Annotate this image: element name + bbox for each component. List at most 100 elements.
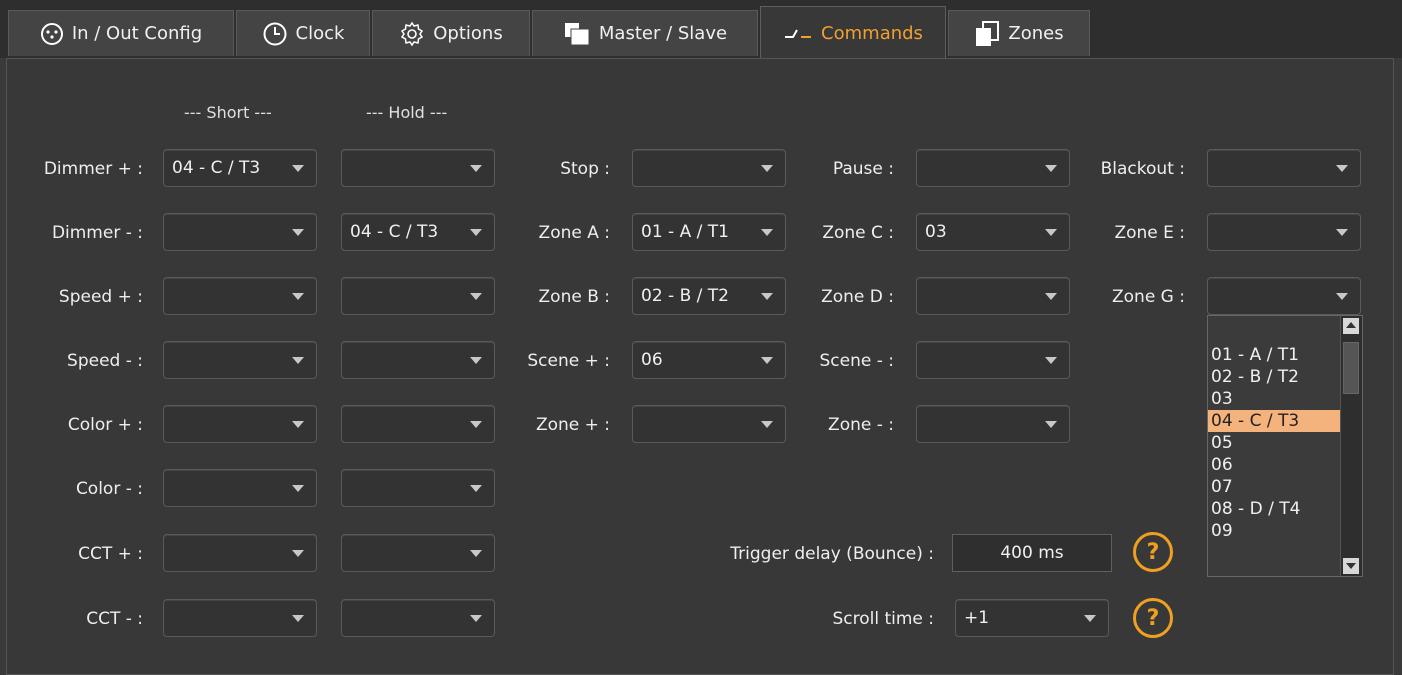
- label-speed-minus: Speed - :: [67, 351, 143, 371]
- dropdown-option-selected[interactable]: 04 - C / T3: [1208, 410, 1342, 432]
- zone-plus-select[interactable]: [632, 405, 786, 443]
- label-scene-minus: Scene - :: [819, 351, 895, 371]
- cct-plus-short-select[interactable]: [163, 534, 317, 572]
- chevron-down-icon: [470, 357, 482, 364]
- dropdown-options: 01 - A / T1 02 - B / T2 03 04 - C / T3 0…: [1208, 344, 1342, 542]
- chevron-down-icon: [1045, 165, 1057, 172]
- dropdown-option[interactable]: 03: [1208, 388, 1342, 410]
- speed-plus-hold-select[interactable]: [341, 277, 495, 315]
- dropdown-option[interactable]: 05: [1208, 432, 1342, 454]
- color-plus-short-select[interactable]: [163, 405, 317, 443]
- scene-plus-select[interactable]: 06: [632, 341, 786, 379]
- dropdown-option[interactable]: 08 - D / T4: [1208, 498, 1342, 520]
- label-blackout: Blackout :: [1100, 159, 1185, 179]
- chevron-down-icon: [1336, 165, 1348, 172]
- chevron-down-icon: [292, 357, 304, 364]
- zone-g-select[interactable]: [1207, 277, 1361, 315]
- trigger-delay-help-icon[interactable]: ?: [1133, 532, 1173, 572]
- tab-options[interactable]: Options: [372, 10, 530, 56]
- chevron-down-icon: [292, 293, 304, 300]
- label-pause: Pause :: [832, 159, 894, 179]
- chevron-down-icon: [1336, 229, 1348, 236]
- label-zone-a: Zone A :: [538, 223, 610, 243]
- zone-a-select[interactable]: 01 - A / T1: [632, 213, 786, 251]
- label-zone-g: Zone G :: [1112, 287, 1185, 307]
- color-plus-hold-select[interactable]: [341, 405, 495, 443]
- chevron-down-icon: [292, 485, 304, 492]
- pause-select[interactable]: [916, 149, 1070, 187]
- tab-zones[interactable]: Zones: [948, 10, 1090, 56]
- speed-plus-short-select[interactable]: [163, 277, 317, 315]
- tab-label: Master / Slave: [598, 23, 728, 44]
- zone-g-dropdown-list[interactable]: 01 - A / T1 02 - B / T2 03 04 - C / T3 0…: [1207, 315, 1363, 577]
- tab-commands[interactable]: Commands: [760, 6, 946, 60]
- dropdown-option[interactable]: 07: [1208, 476, 1342, 498]
- label-color-minus: Color - :: [75, 479, 143, 499]
- label-zone-minus: Zone - :: [828, 415, 894, 435]
- label-zone-e: Zone E :: [1114, 223, 1185, 243]
- scroll-time-select[interactable]: +1: [955, 599, 1109, 637]
- label-zone-c: Zone C :: [822, 223, 894, 243]
- label-cct-minus: CCT - :: [86, 609, 143, 629]
- tab-label: Options: [433, 23, 503, 44]
- zone-minus-select[interactable]: [916, 405, 1070, 443]
- tab-clock[interactable]: Clock: [236, 10, 370, 56]
- color-minus-short-select[interactable]: [163, 469, 317, 507]
- color-minus-hold-select[interactable]: [341, 469, 495, 507]
- dropdown-option[interactable]: 01 - A / T1: [1208, 344, 1342, 366]
- chevron-down-icon: [470, 550, 482, 557]
- scroll-up-arrow-icon[interactable]: [1343, 318, 1359, 334]
- xlr-connector-icon: [40, 22, 63, 45]
- chevron-down-icon: [470, 165, 482, 172]
- dropdown-option[interactable]: 06: [1208, 454, 1342, 476]
- selected-value: +1: [964, 608, 990, 628]
- dropdown-scrollbar[interactable]: [1340, 316, 1362, 576]
- blackout-select[interactable]: [1207, 149, 1361, 187]
- chevron-down-icon: [470, 293, 482, 300]
- label-color-plus: Color + :: [67, 415, 143, 435]
- label-scroll-time: Scroll time :: [832, 609, 934, 629]
- stop-select[interactable]: [632, 149, 786, 187]
- clock-icon: [263, 22, 287, 45]
- cct-minus-short-select[interactable]: [163, 599, 317, 637]
- scroll-down-arrow-icon[interactable]: [1343, 558, 1359, 574]
- scene-minus-select[interactable]: [916, 341, 1070, 379]
- zone-c-select[interactable]: 03: [916, 213, 1070, 251]
- dimmer-plus-short-select[interactable]: 04 - C / T3: [163, 149, 317, 187]
- label-scene-plus: Scene + :: [527, 351, 610, 371]
- label-dimmer-minus: Dimmer - :: [51, 223, 143, 243]
- cct-plus-hold-select[interactable]: [341, 534, 495, 572]
- speed-minus-short-select[interactable]: [163, 341, 317, 379]
- chevron-down-icon: [1045, 293, 1057, 300]
- tab-master-slave[interactable]: Master / Slave: [532, 10, 758, 56]
- selected-value: 04 - C / T3: [172, 158, 261, 178]
- zone-d-select[interactable]: [916, 277, 1070, 315]
- trigger-delay-input[interactable]: 400 ms: [952, 534, 1112, 572]
- scrollbar-thumb[interactable]: [1343, 342, 1359, 394]
- label-zone-plus: Zone + :: [535, 415, 610, 435]
- dropdown-option[interactable]: 02 - B / T2: [1208, 366, 1342, 388]
- chevron-down-icon: [470, 421, 482, 428]
- dropdown-option[interactable]: 09: [1208, 520, 1342, 542]
- selected-value: 01 - A / T1: [641, 222, 729, 242]
- speed-minus-hold-select[interactable]: [341, 341, 495, 379]
- zone-e-select[interactable]: [1207, 213, 1361, 251]
- tab-in-out-config[interactable]: In / Out Config: [8, 10, 234, 56]
- selected-value: 06: [641, 350, 663, 370]
- chevron-down-icon: [761, 293, 773, 300]
- scroll-time-help-icon[interactable]: ?: [1133, 598, 1173, 638]
- chevron-down-icon: [470, 485, 482, 492]
- dimmer-plus-hold-select[interactable]: [341, 149, 495, 187]
- header-hold: --- Hold ---: [366, 103, 448, 122]
- dimmer-minus-short-select[interactable]: [163, 213, 317, 251]
- tab-bar: In / Out Config Clock Options Master / S…: [0, 0, 1402, 60]
- label-speed-plus: Speed + :: [58, 287, 143, 307]
- label-dimmer-plus: Dimmer + :: [43, 159, 143, 179]
- tab-label: Zones: [1008, 23, 1064, 44]
- cct-minus-hold-select[interactable]: [341, 599, 495, 637]
- zone-b-select[interactable]: 02 - B / T2: [632, 277, 786, 315]
- tab-label: In / Out Config: [71, 23, 203, 44]
- selected-value: 03: [925, 222, 947, 242]
- chevron-down-icon: [1084, 615, 1096, 622]
- dimmer-minus-hold-select[interactable]: 04 - C / T3: [341, 213, 495, 251]
